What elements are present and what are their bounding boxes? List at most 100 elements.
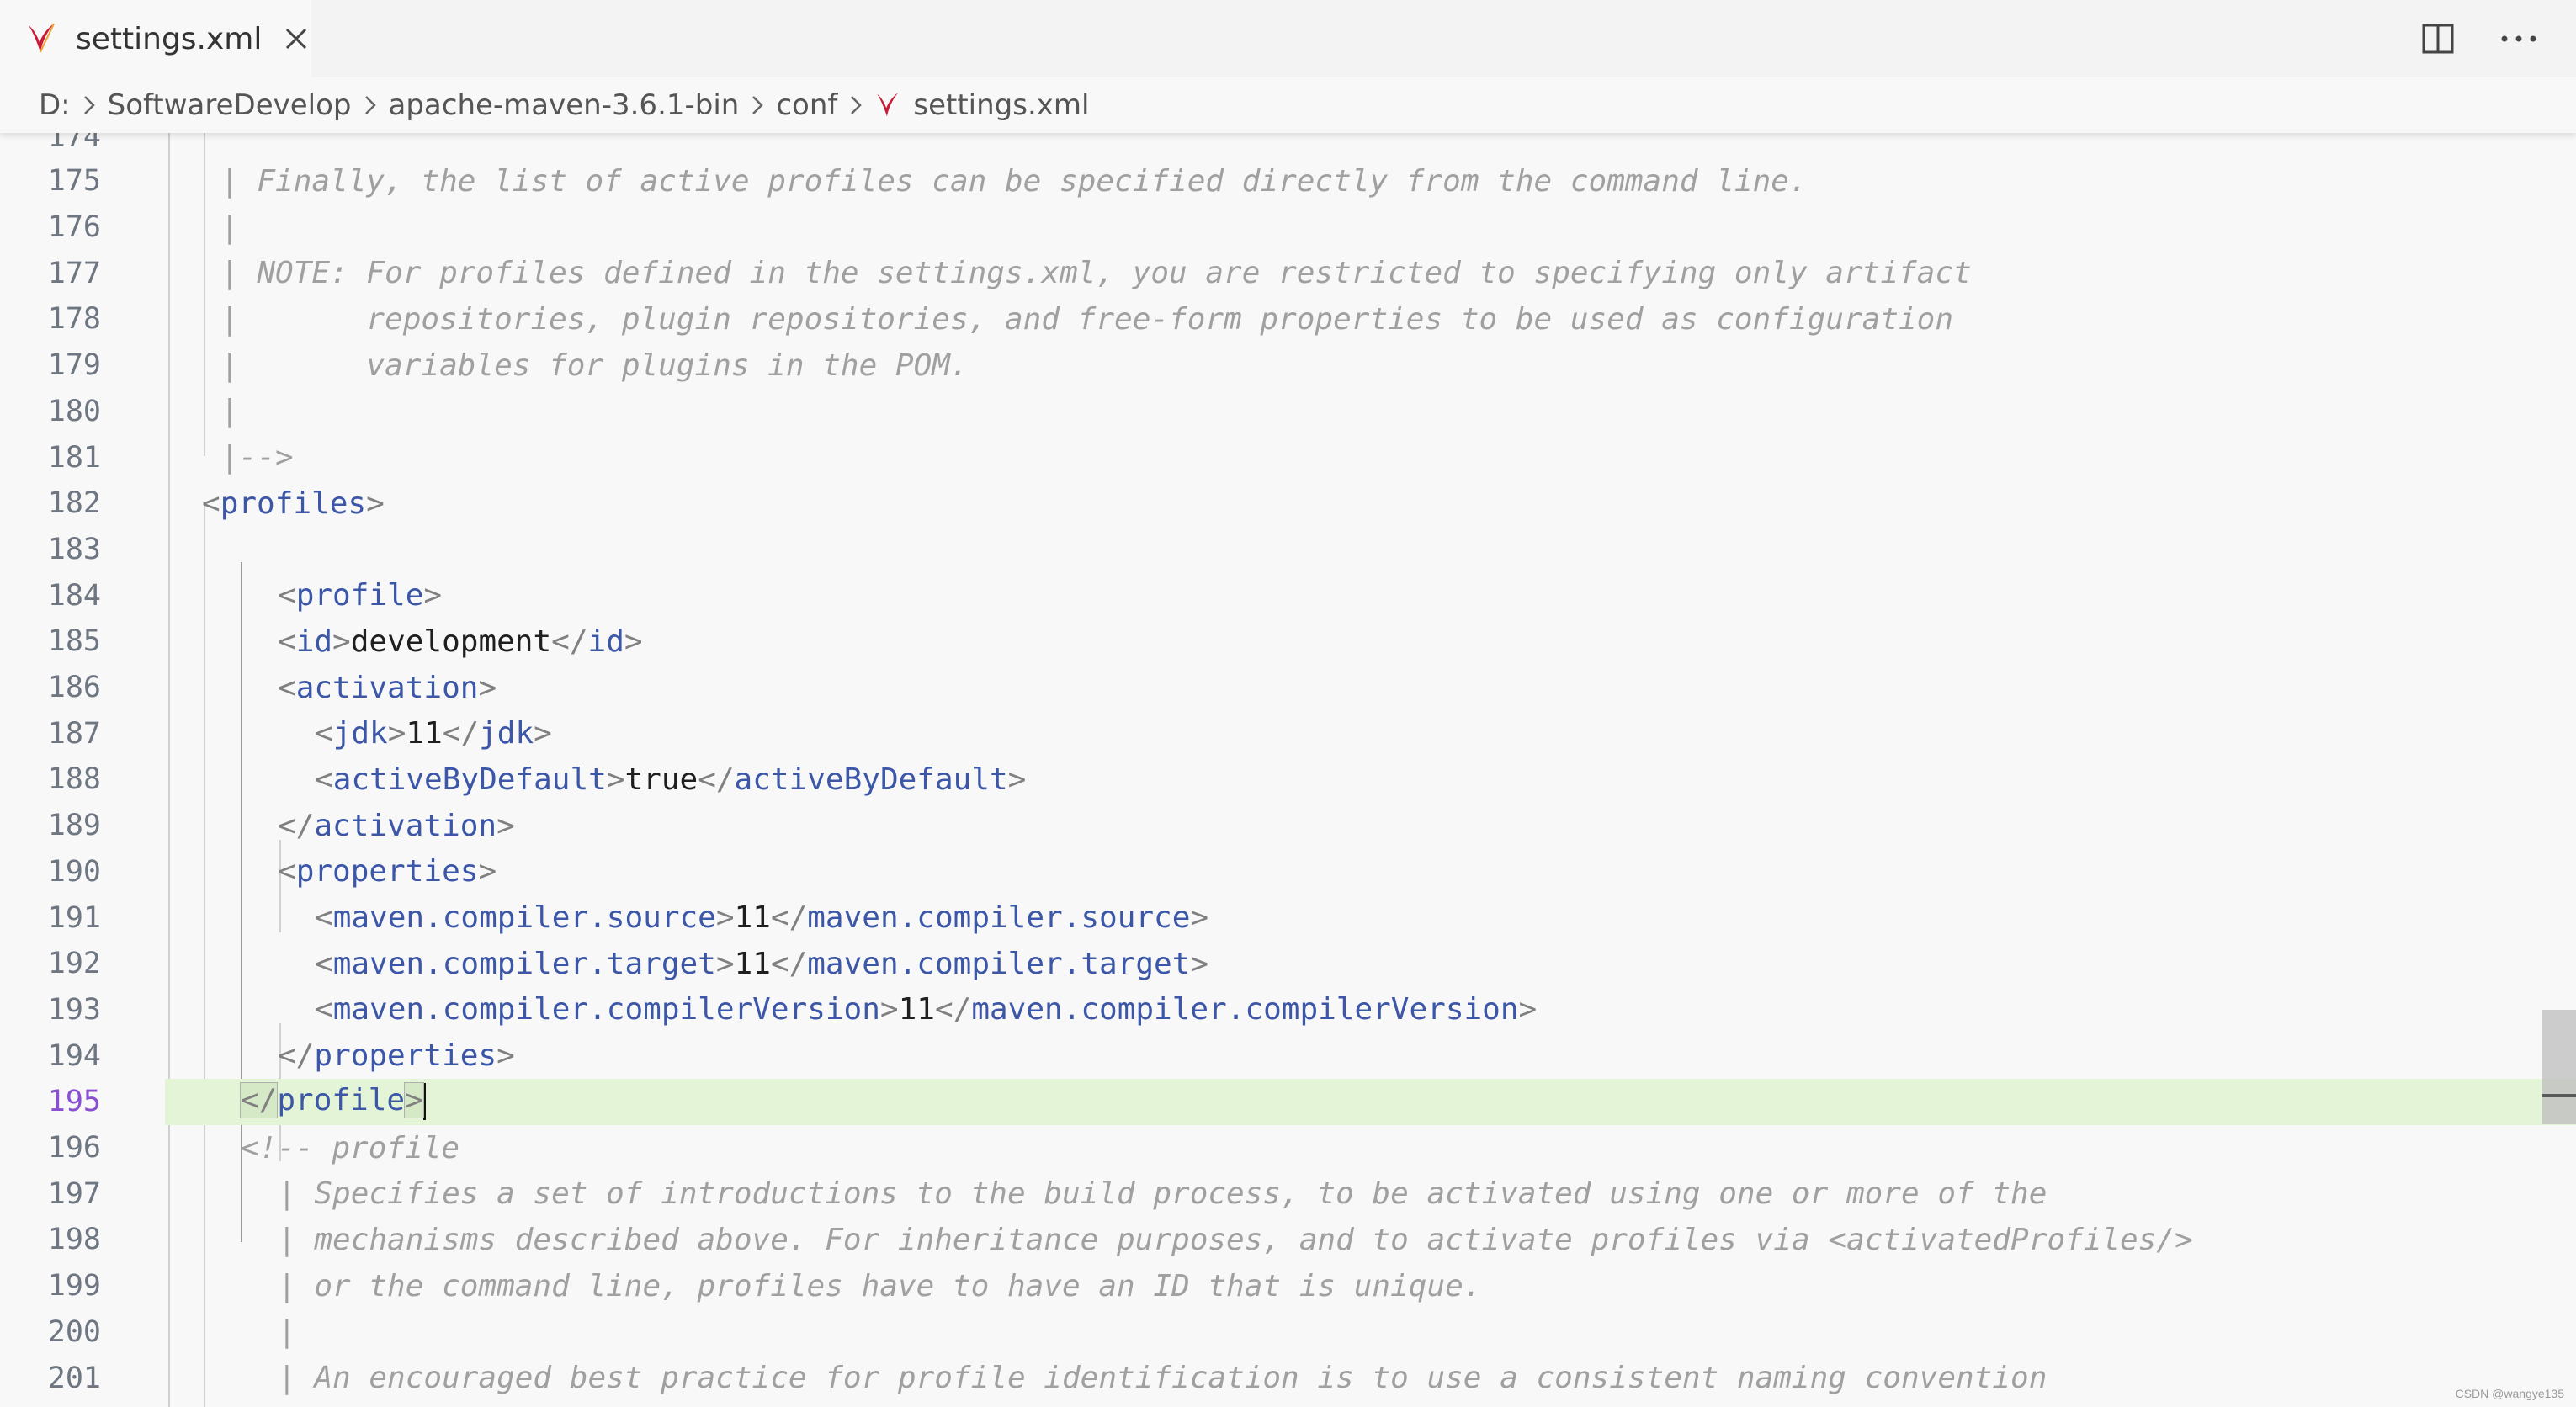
- line-number: 181: [47, 440, 101, 475]
- code-line: 178 | repositories, plugin repositories, …: [0, 296, 2576, 342]
- code-line: 177 | NOTE: For profiles defined in the s…: [0, 250, 2576, 296]
- line-number: 195: [47, 1085, 101, 1119]
- code-text: <properties>: [278, 854, 497, 889]
- code-text: | NOTE: For profiles defined in the sett…: [220, 256, 1972, 290]
- breadcrumb-item-drive[interactable]: D:: [39, 88, 71, 122]
- code-editor[interactable]: 174 175 | Finally, the list of active pro…: [0, 133, 2576, 1407]
- code-line: 183: [0, 527, 2576, 573]
- tab-settings-xml[interactable]: settings.xml: [0, 0, 311, 77]
- xml-tag-name: activation: [314, 808, 497, 843]
- code-line: 194 </properties>: [0, 1033, 2576, 1079]
- xml-tag-name: properties: [314, 1038, 497, 1074]
- more-actions-icon[interactable]: [2495, 15, 2542, 62]
- split-editor-icon[interactable]: [2414, 15, 2462, 62]
- xml-tag-name: maven.compiler.compilerVersion: [971, 992, 1519, 1027]
- line-number: 191: [47, 900, 101, 935]
- maven-feather-icon: [25, 22, 56, 56]
- comment-text: | NOTE: For profiles defined in the sett…: [220, 256, 1972, 291]
- line-number: 177: [47, 256, 101, 290]
- code-line: 186 <activation>: [0, 665, 2576, 711]
- code-line: 181 |-->: [0, 434, 2576, 481]
- tag-bracket: </: [442, 716, 480, 751]
- line-number: 183: [47, 532, 101, 566]
- tag-bracket: </: [278, 808, 315, 843]
- comment-text: | Finally, the list of active profiles c…: [220, 163, 1808, 199]
- breadcrumb-item-file[interactable]: settings.xml: [913, 88, 1089, 122]
- tag-bracket: >: [879, 992, 899, 1027]
- tag-bracket: <: [278, 624, 296, 659]
- line-number: 187: [47, 716, 101, 751]
- tag-bracket: >: [624, 624, 643, 659]
- code-text: <maven.compiler.target>11</maven.compile…: [315, 947, 1208, 981]
- tab-label: settings.xml: [76, 21, 263, 56]
- tag-bracket: >: [497, 1038, 515, 1074]
- tag-bracket: </: [551, 624, 588, 659]
- breadcrumb-item-conf[interactable]: conf: [776, 88, 837, 122]
- breadcrumb-item-maven[interactable]: apache-maven-3.6.1-bin: [389, 88, 740, 122]
- tag-bracket: <: [315, 992, 333, 1027]
- xml-text-value: development: [350, 624, 552, 659]
- code-text: </profile>: [239, 1082, 426, 1121]
- line-number: 188: [47, 762, 101, 797]
- comment-text: | Specifies a set of introductions to th…: [278, 1176, 2048, 1212]
- code-text: <id>development</id>: [278, 624, 643, 659]
- breadcrumb: D: SoftwareDevelop apache-maven-3.6.1-bi…: [0, 77, 2576, 133]
- code-line: 199 | or the command line, profiles have …: [0, 1263, 2576, 1309]
- line-number: 184: [47, 578, 101, 613]
- vertical-scrollbar[interactable]: [2542, 1010, 2576, 1124]
- code-line: 185 <id>development</id>: [0, 619, 2576, 665]
- code-line-current: 195 </profile>: [48, 1079, 2576, 1125]
- xml-tag-name: activeByDefault: [332, 762, 607, 797]
- close-icon[interactable]: [280, 22, 311, 56]
- code-line: 191 <maven.compiler.source>11</maven.comp…: [0, 895, 2576, 941]
- line-number: 176: [47, 210, 101, 245]
- code-text: | or the command line, profiles have to …: [278, 1269, 1481, 1303]
- tag-bracket: </: [770, 900, 808, 936]
- line-number: 189: [47, 809, 101, 843]
- code-line: 176 |: [0, 204, 2576, 251]
- xml-tag-name: maven.compiler.source: [332, 900, 716, 936]
- tag-bracket: >: [423, 578, 443, 613]
- xml-tag-name: maven.compiler.target: [332, 946, 716, 981]
- code-text: | Specifies a set of introductions to th…: [278, 1176, 2047, 1211]
- tag-bracket: >: [366, 486, 385, 521]
- xml-tag-name: jdk: [332, 716, 388, 751]
- line-number: 196: [47, 1131, 101, 1165]
- code-line: 193 <maven.compiler.compilerVersion>11</m…: [0, 987, 2576, 1033]
- tag-bracket: >: [1518, 992, 1538, 1027]
- xml-text-value: 11: [734, 900, 771, 936]
- code-text: |: [220, 210, 239, 245]
- code-text: <profiles>: [202, 486, 385, 521]
- tag-bracket: <: [278, 854, 296, 889]
- tag-bracket: <: [202, 486, 220, 521]
- scrollbar-cursor-marker: [2542, 1094, 2576, 1097]
- tag-bracket: <: [315, 900, 333, 936]
- line-number: 201: [47, 1361, 101, 1395]
- xml-tag-name: maven.compiler.compilerVersion: [332, 992, 880, 1027]
- tab-bar: settings.xml: [0, 0, 2576, 77]
- tag-bracket: </: [278, 1038, 315, 1074]
- line-number: 198: [47, 1223, 101, 1257]
- code-text: </properties>: [278, 1038, 515, 1073]
- tag-bracket: </: [239, 1082, 279, 1119]
- code-line: 180 |: [0, 389, 2576, 435]
- code-text: </activation>: [278, 809, 515, 843]
- tag-bracket: >: [534, 716, 552, 751]
- breadcrumb-item-softwaredevelop[interactable]: SoftwareDevelop: [108, 88, 352, 122]
- chevron-right-icon: [82, 94, 96, 116]
- xml-text-value: true: [624, 762, 698, 797]
- code-line: 187 <jdk>11</jdk>: [0, 710, 2576, 757]
- code-text: <maven.compiler.compilerVersion>11</mave…: [315, 992, 1537, 1027]
- xml-text-value: 11: [406, 716, 443, 751]
- line-number: 175: [47, 164, 101, 199]
- code-line: 174: [47, 133, 101, 155]
- comment-text: | An encouraged best practice for profil…: [278, 1361, 2048, 1396]
- code-line: 190 <properties>: [0, 849, 2576, 895]
- tag-bracket: >: [1190, 900, 1209, 936]
- xml-text-value: 11: [734, 946, 771, 981]
- line-number: 185: [47, 624, 101, 659]
- code-text: | Finally, the list of active profiles c…: [220, 164, 1808, 199]
- watermark: CSDN @wangye135: [2455, 1387, 2564, 1400]
- chevron-right-icon: [751, 94, 764, 116]
- xml-tag-name: id: [295, 624, 333, 659]
